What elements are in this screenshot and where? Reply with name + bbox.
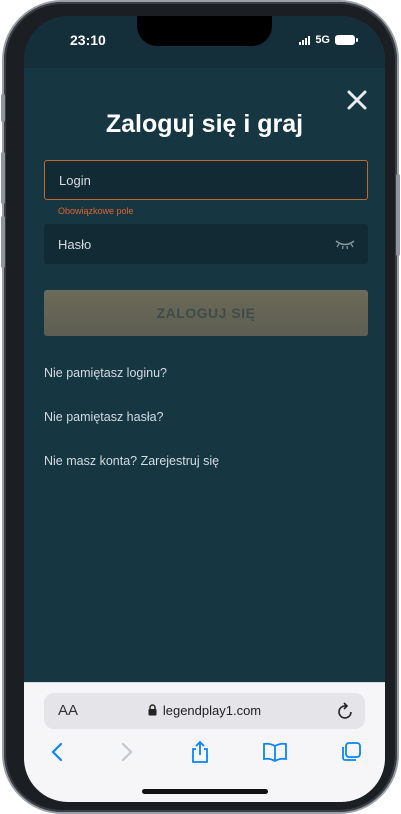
volume-down-button bbox=[1, 216, 5, 268]
lock-icon bbox=[148, 704, 157, 716]
screen: 23:10 5G Zaloguj się i graj Login Obowią… bbox=[24, 16, 385, 802]
tabs-icon bbox=[342, 742, 361, 761]
signal-icon bbox=[299, 35, 311, 45]
url-text: legendplay1.com bbox=[162, 703, 262, 718]
forward-icon bbox=[121, 742, 133, 762]
login-modal: Zaloguj się i graj Login Obowiązkowe pol… bbox=[24, 68, 385, 682]
modal-title: Zaloguj się i graj bbox=[105, 110, 304, 138]
close-icon bbox=[347, 90, 367, 110]
eye-closed-icon[interactable] bbox=[334, 238, 356, 250]
forward-button[interactable] bbox=[114, 739, 140, 765]
login-input[interactable]: Login bbox=[44, 160, 368, 200]
address-bar[interactable]: AA legendplay1.com bbox=[44, 693, 365, 729]
login-error-message: Obowiązkowe pole bbox=[58, 206, 134, 216]
phone-frame: 23:10 5G Zaloguj się i graj Login Obowią… bbox=[1, 2, 400, 812]
login-placeholder: Login bbox=[59, 172, 91, 188]
volume-up-button bbox=[1, 152, 5, 204]
silent-switch bbox=[1, 94, 5, 122]
status-bar: 23:10 5G bbox=[24, 16, 385, 68]
url-display: legendplay1.com bbox=[44, 703, 365, 718]
password-placeholder: Hasło bbox=[58, 236, 92, 252]
status-indicators: 5G bbox=[299, 34, 358, 46]
back-button[interactable] bbox=[44, 739, 70, 765]
tabs-button[interactable] bbox=[338, 739, 364, 765]
forgot-password-link[interactable]: Nie pamiętasz hasła? bbox=[44, 410, 164, 424]
status-time: 23:10 bbox=[70, 32, 106, 48]
share-button[interactable] bbox=[187, 739, 213, 765]
bottom-toolbar bbox=[24, 739, 385, 769]
home-indicator bbox=[142, 789, 268, 794]
close-button[interactable] bbox=[345, 88, 369, 112]
forgot-login-link[interactable]: Nie pamiętasz loginu? bbox=[44, 366, 167, 380]
reload-icon[interactable] bbox=[337, 701, 355, 721]
back-icon bbox=[51, 742, 63, 762]
bookmarks-button[interactable] bbox=[262, 739, 288, 765]
power-button bbox=[396, 174, 400, 256]
password-input[interactable]: Hasło bbox=[44, 224, 368, 264]
bookmarks-icon bbox=[263, 742, 287, 762]
network-type: 5G bbox=[315, 34, 330, 46]
login-submit-button[interactable]: ZALOGUJ SIĘ bbox=[44, 290, 368, 336]
battery-icon bbox=[335, 35, 358, 45]
register-link[interactable]: Nie masz konta? Zarejestruj się bbox=[44, 454, 219, 468]
share-icon bbox=[192, 740, 208, 763]
notch bbox=[137, 16, 272, 46]
safari-toolbar: AA legendplay1.com bbox=[24, 682, 385, 802]
